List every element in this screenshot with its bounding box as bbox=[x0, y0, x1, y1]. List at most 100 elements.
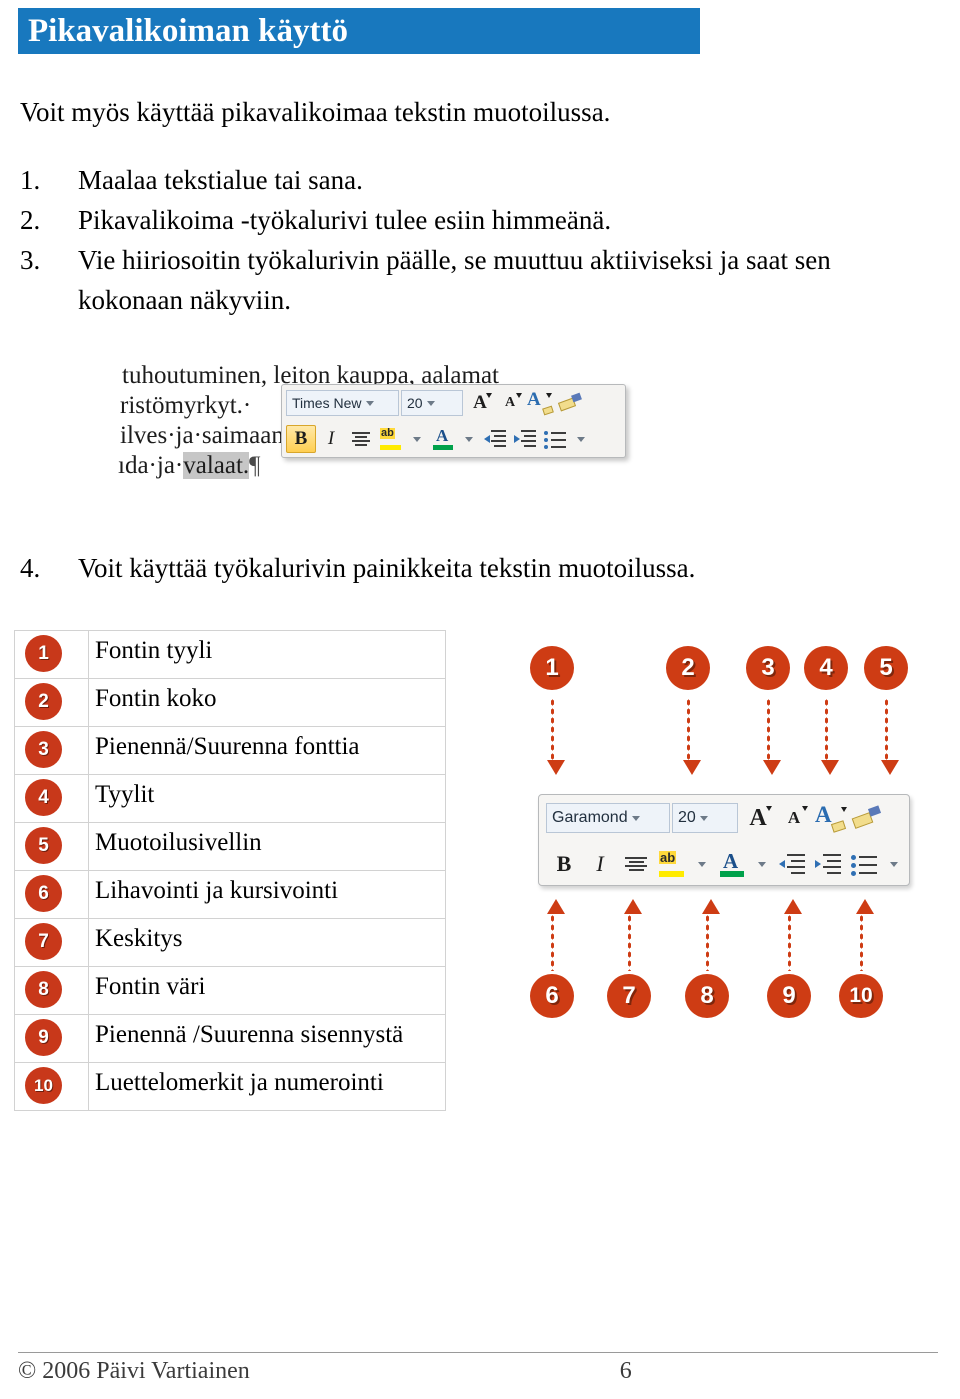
table-row: 4 Tyylit bbox=[14, 774, 446, 823]
font-name-combo[interactable]: Garamond bbox=[546, 803, 670, 833]
legend-label: Keskitys bbox=[88, 918, 446, 967]
font-name-value: Garamond bbox=[552, 809, 628, 826]
callout-badge: 4 bbox=[25, 779, 62, 816]
legend-badge-cell: 3 bbox=[14, 726, 89, 775]
decrease-indent-button[interactable] bbox=[774, 847, 810, 881]
bullets-button[interactable] bbox=[846, 847, 882, 881]
font-color-button[interactable]: A bbox=[714, 847, 750, 881]
font-name-combo[interactable]: Times New bbox=[286, 390, 399, 416]
footer-divider bbox=[18, 1352, 938, 1353]
arrow-down-4 bbox=[821, 698, 839, 782]
grow-font-icon[interactable]: A bbox=[465, 389, 495, 417]
callout-badge: 8 bbox=[25, 971, 62, 1008]
callout-badge: 3 bbox=[25, 731, 62, 768]
callout-7: 7 bbox=[607, 974, 651, 1018]
decrease-indent-button[interactable] bbox=[480, 425, 510, 453]
legend-label: Pienennä /Suurenna sisennystä bbox=[88, 1014, 446, 1063]
table-row: 5 Muotoilusivellin bbox=[14, 822, 446, 871]
list-item-number: 3. bbox=[20, 245, 41, 275]
page-footer: © 2006 Päivi Vartiainen 6 bbox=[18, 1358, 938, 1385]
highlight-dropdown-icon[interactable] bbox=[406, 425, 428, 453]
format-painter-icon[interactable] bbox=[555, 389, 585, 417]
mini-toolbar-row-format: B I ab A bbox=[539, 841, 909, 887]
arrow-down-3 bbox=[763, 698, 781, 782]
legend-label: Fontin koko bbox=[88, 678, 446, 727]
legend-label: Luettelomerkit ja numerointi bbox=[88, 1062, 446, 1111]
footer-page-number: 6 bbox=[619, 1358, 632, 1384]
callout-1: 1 bbox=[530, 646, 574, 690]
doc-text-line: ristömyrkyt.· bbox=[120, 392, 252, 419]
page-title-banner: Pikavalikoiman käyttö bbox=[18, 8, 700, 54]
highlight-button[interactable]: ab bbox=[654, 847, 690, 881]
list-item-number: 1. bbox=[20, 165, 41, 195]
format-painter-icon[interactable] bbox=[848, 801, 884, 835]
steps-list: 1. Maalaa tekstialue tai sana. 2. Pikava… bbox=[20, 160, 932, 320]
grow-font-icon[interactable]: A bbox=[740, 801, 776, 835]
bold-button[interactable]: B bbox=[546, 847, 582, 881]
chevron-down-icon bbox=[699, 815, 708, 821]
increase-indent-button[interactable] bbox=[810, 847, 846, 881]
chevron-down-icon bbox=[365, 400, 374, 406]
table-row: 10 Luettelomerkit ja numerointi bbox=[14, 1062, 446, 1111]
legend-label: Fontin tyyli bbox=[88, 630, 446, 679]
legend-badge-cell: 5 bbox=[14, 822, 89, 871]
callout-badge: 6 bbox=[25, 875, 62, 912]
callout-8: 8 bbox=[685, 974, 729, 1018]
arrow-up-7 bbox=[624, 899, 642, 971]
callout-5: 5 bbox=[864, 646, 908, 690]
bullets-button[interactable] bbox=[540, 425, 570, 453]
mini-toolbar-dim[interactable]: Times New 20 A A A B I ab A bbox=[281, 384, 626, 458]
table-row: 1 Fontin tyyli bbox=[14, 630, 446, 679]
mini-toolbar-active[interactable]: Garamond 20 A A A B I ab A bbox=[538, 794, 910, 886]
font-name-value: Times New bbox=[292, 395, 362, 411]
legend-badge-cell: 9 bbox=[14, 1014, 89, 1063]
list-item-text: Vie hiiriosoitin työkalurivin päälle, se… bbox=[78, 245, 831, 315]
legend-badge-cell: 7 bbox=[14, 918, 89, 967]
bullets-dropdown-icon[interactable] bbox=[882, 847, 906, 881]
center-align-button[interactable] bbox=[346, 425, 376, 453]
bullets-dropdown-icon[interactable] bbox=[570, 425, 592, 453]
doc-text-line: ıda·ja·valaat.¶ bbox=[118, 452, 261, 479]
table-row: 9 Pienennä /Suurenna sisennystä bbox=[14, 1014, 446, 1063]
text-styles-icon[interactable]: A bbox=[812, 801, 848, 835]
font-color-button[interactable]: A bbox=[428, 425, 458, 453]
legend-label: Fontin väri bbox=[88, 966, 446, 1015]
font-color-dropdown-icon[interactable] bbox=[750, 847, 774, 881]
font-size-combo[interactable]: 20 bbox=[401, 390, 463, 416]
list-item-text: Pikavalikoima -työkalurivi tulee esiin h… bbox=[78, 205, 612, 235]
highlight-dropdown-icon[interactable] bbox=[690, 847, 714, 881]
increase-indent-button[interactable] bbox=[510, 425, 540, 453]
list-item: 1. Maalaa tekstialue tai sana. bbox=[20, 160, 932, 200]
callout-3: 3 bbox=[746, 646, 790, 690]
italic-button[interactable]: I bbox=[316, 425, 346, 453]
arrow-up-8 bbox=[702, 899, 720, 971]
legend-label: Lihavointi ja kursivointi bbox=[88, 870, 446, 919]
legend-table: 1 Fontin tyyli 2 Fontin koko 3 Pienennä/… bbox=[14, 630, 446, 1111]
screenshot-faded-minitoolbar: tuhoutuminen, leiton kauppa, aalamat ris… bbox=[118, 360, 638, 525]
legend-badge-cell: 8 bbox=[14, 966, 89, 1015]
text-styles-icon[interactable]: A bbox=[525, 389, 555, 417]
callout-9: 9 bbox=[767, 974, 811, 1018]
mini-toolbar-row-format: B I ab A bbox=[282, 421, 625, 457]
table-row: 3 Pienennä/Suurenna fonttia bbox=[14, 726, 446, 775]
callout-4: 4 bbox=[804, 646, 848, 690]
highlight-button[interactable]: ab bbox=[376, 425, 406, 453]
shrink-font-icon[interactable]: A bbox=[776, 801, 812, 835]
font-color-dropdown-icon[interactable] bbox=[458, 425, 480, 453]
legend-badge-cell: 4 bbox=[14, 774, 89, 823]
legend-label: Muotoilusivellin bbox=[88, 822, 446, 871]
callout-badge: 1 bbox=[25, 635, 62, 672]
chevron-down-icon bbox=[631, 815, 640, 821]
shrink-font-icon[interactable]: A bbox=[495, 389, 525, 417]
list-item-number: 2. bbox=[20, 205, 41, 235]
font-size-value: 20 bbox=[678, 809, 696, 826]
arrow-down-5 bbox=[881, 698, 899, 782]
list-item-text: Voit käyttää työkalurivin painikkeita te… bbox=[78, 553, 696, 583]
font-size-combo[interactable]: 20 bbox=[672, 803, 738, 833]
italic-button[interactable]: I bbox=[582, 847, 618, 881]
center-align-button[interactable] bbox=[618, 847, 654, 881]
list-item-number: 4. bbox=[20, 553, 41, 583]
intro-paragraph: Voit myös käyttää pikavalikoimaa tekstin… bbox=[20, 97, 611, 127]
bold-button[interactable]: B bbox=[286, 425, 316, 453]
arrow-down-1 bbox=[547, 698, 565, 782]
